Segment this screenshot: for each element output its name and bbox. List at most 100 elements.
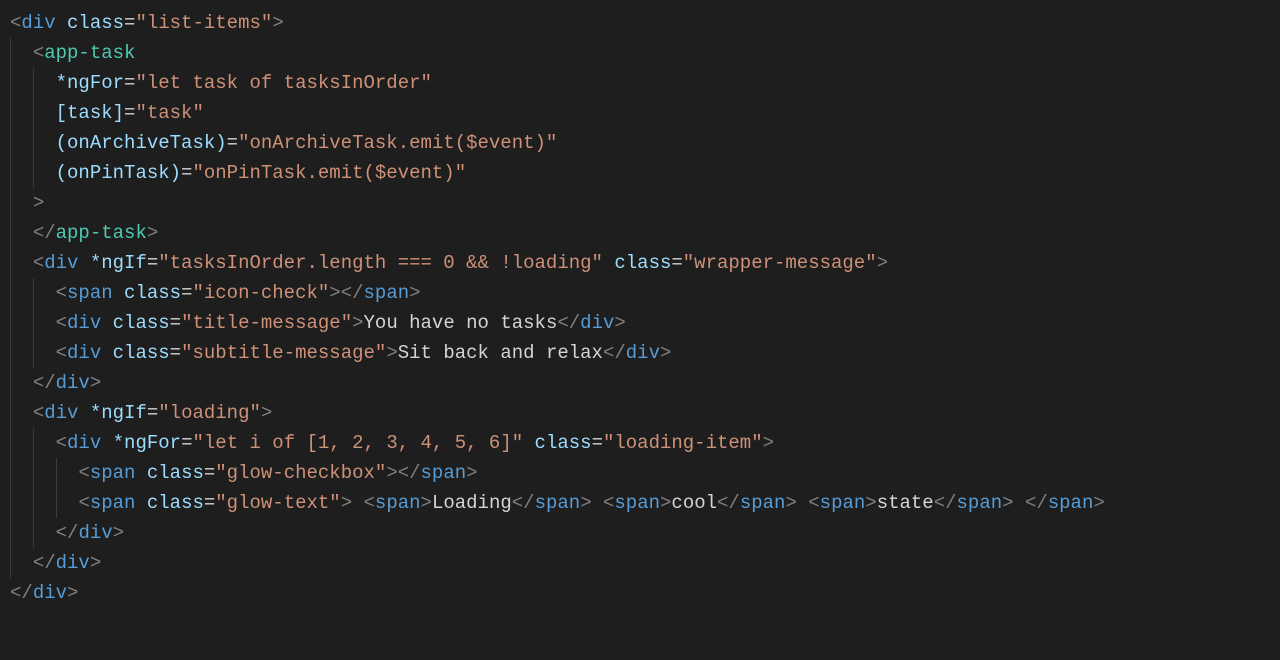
code-token: = (170, 342, 181, 364)
code-token: "let i of [1, 2, 3, 4, 5, 6]" (192, 432, 523, 454)
code-token: > (421, 492, 432, 514)
code-token: "onArchiveTask.emit($event)" (238, 132, 557, 154)
code-token: > (90, 552, 101, 574)
code-line[interactable]: <div *ngIf="loading"> (10, 398, 1270, 428)
code-token: div (33, 582, 67, 604)
code-line[interactable]: > (10, 188, 1270, 218)
code-token: </ (512, 492, 535, 514)
code-line[interactable]: </div> (10, 548, 1270, 578)
code-token: = (124, 102, 135, 124)
code-token: = (181, 432, 192, 454)
code-token: < (56, 432, 67, 454)
code-token: </ (557, 312, 580, 334)
code-token: > (261, 402, 272, 424)
code-token: "subtitle-message" (181, 342, 386, 364)
code-token: span (820, 492, 866, 514)
code-token: span (421, 462, 467, 484)
code-token: < (56, 342, 67, 364)
code-token: "task" (135, 102, 203, 124)
code-line[interactable]: (onArchiveTask)="onArchiveTask.emit($eve… (10, 128, 1270, 158)
code-token: = (227, 132, 238, 154)
code-token: > (90, 372, 101, 394)
code-token: class (113, 312, 170, 334)
code-token: Sit back and relax (398, 342, 603, 364)
code-token: div (78, 522, 112, 544)
code-line[interactable]: </div> (10, 518, 1270, 548)
code-token: > (147, 222, 158, 244)
code-line[interactable]: *ngFor="let task of tasksInOrder" (10, 68, 1270, 98)
code-token: *ngFor (56, 72, 124, 94)
code-token: class (147, 462, 204, 484)
code-token: ></ (329, 282, 363, 304)
code-line[interactable]: <span class="glow-checkbox"></span> (10, 458, 1270, 488)
code-line[interactable]: </app-task> (10, 218, 1270, 248)
code-token: state (877, 492, 934, 514)
code-token: app-task (44, 42, 135, 64)
code-line[interactable]: <div class="subtitle-message">Sit back a… (10, 338, 1270, 368)
code-line[interactable]: </div> (10, 368, 1270, 398)
code-token: div (67, 342, 101, 364)
code-token: = (124, 12, 135, 34)
code-line[interactable]: <div class="title-message">You have no t… (10, 308, 1270, 338)
code-token: "tasksInOrder.length === 0 && !loading" (158, 252, 603, 274)
code-token: = (147, 402, 158, 424)
code-token: > (865, 492, 876, 514)
code-token: > (877, 252, 888, 274)
code-token: > (1002, 492, 1013, 514)
code-token: div (44, 402, 78, 424)
code-token: > (614, 312, 625, 334)
code-token: span (67, 282, 113, 304)
code-token: span (535, 492, 581, 514)
code-token: = (181, 162, 192, 184)
code-token: class (147, 492, 204, 514)
code-token (101, 432, 112, 454)
code-token: span (740, 492, 786, 514)
code-token: div (56, 552, 90, 574)
code-line[interactable]: <span class="glow-text"> <span>Loading</… (10, 488, 1270, 518)
code-line[interactable]: <div *ngFor="let i of [1, 2, 3, 4, 5, 6]… (10, 428, 1270, 458)
code-token: </ (33, 372, 56, 394)
code-token: </ (33, 552, 56, 574)
code-token (101, 342, 112, 364)
code-token: "glow-checkbox" (215, 462, 386, 484)
code-line[interactable]: <app-task (10, 38, 1270, 68)
code-token: > (352, 312, 363, 334)
code-token (523, 432, 534, 454)
code-line[interactable]: <div *ngIf="tasksInOrder.length === 0 &&… (10, 248, 1270, 278)
code-token: > (67, 582, 78, 604)
code-token: > (660, 492, 671, 514)
code-token: "onPinTask.emit($event)" (192, 162, 466, 184)
code-token: (onArchiveTask) (56, 132, 227, 154)
code-token: = (204, 492, 215, 514)
code-token (101, 312, 112, 334)
code-token: < (33, 252, 44, 274)
code-token: "loading" (158, 402, 261, 424)
code-token: *ngIf (90, 252, 147, 274)
code-token: "wrapper-message" (683, 252, 877, 274)
code-token: = (671, 252, 682, 274)
code-token: > (33, 192, 44, 214)
code-token: span (957, 492, 1003, 514)
code-token: app-task (56, 222, 147, 244)
code-token: > (409, 282, 420, 304)
code-token: </ (717, 492, 740, 514)
code-token (113, 282, 124, 304)
code-token: > (660, 342, 671, 364)
code-token (78, 252, 89, 274)
code-line[interactable]: <span class="icon-check"></span> (10, 278, 1270, 308)
code-token: span (1048, 492, 1094, 514)
code-line[interactable]: [task]="task" (10, 98, 1270, 128)
code-token: < (603, 492, 614, 514)
code-token: = (124, 72, 135, 94)
code-token (135, 462, 146, 484)
code-line[interactable]: </div> (10, 578, 1270, 608)
code-token: (onPinTask) (56, 162, 181, 184)
code-editor-view[interactable]: <div class="list-items"> <app-task *ngFo… (0, 0, 1280, 608)
code-token: < (33, 42, 44, 64)
code-token: > (386, 342, 397, 364)
code-line[interactable]: (onPinTask)="onPinTask.emit($event)" (10, 158, 1270, 188)
code-token: > (1093, 492, 1104, 514)
code-token: </ (1025, 492, 1048, 514)
code-token: > (466, 462, 477, 484)
code-line[interactable]: <div class="list-items"> (10, 8, 1270, 38)
